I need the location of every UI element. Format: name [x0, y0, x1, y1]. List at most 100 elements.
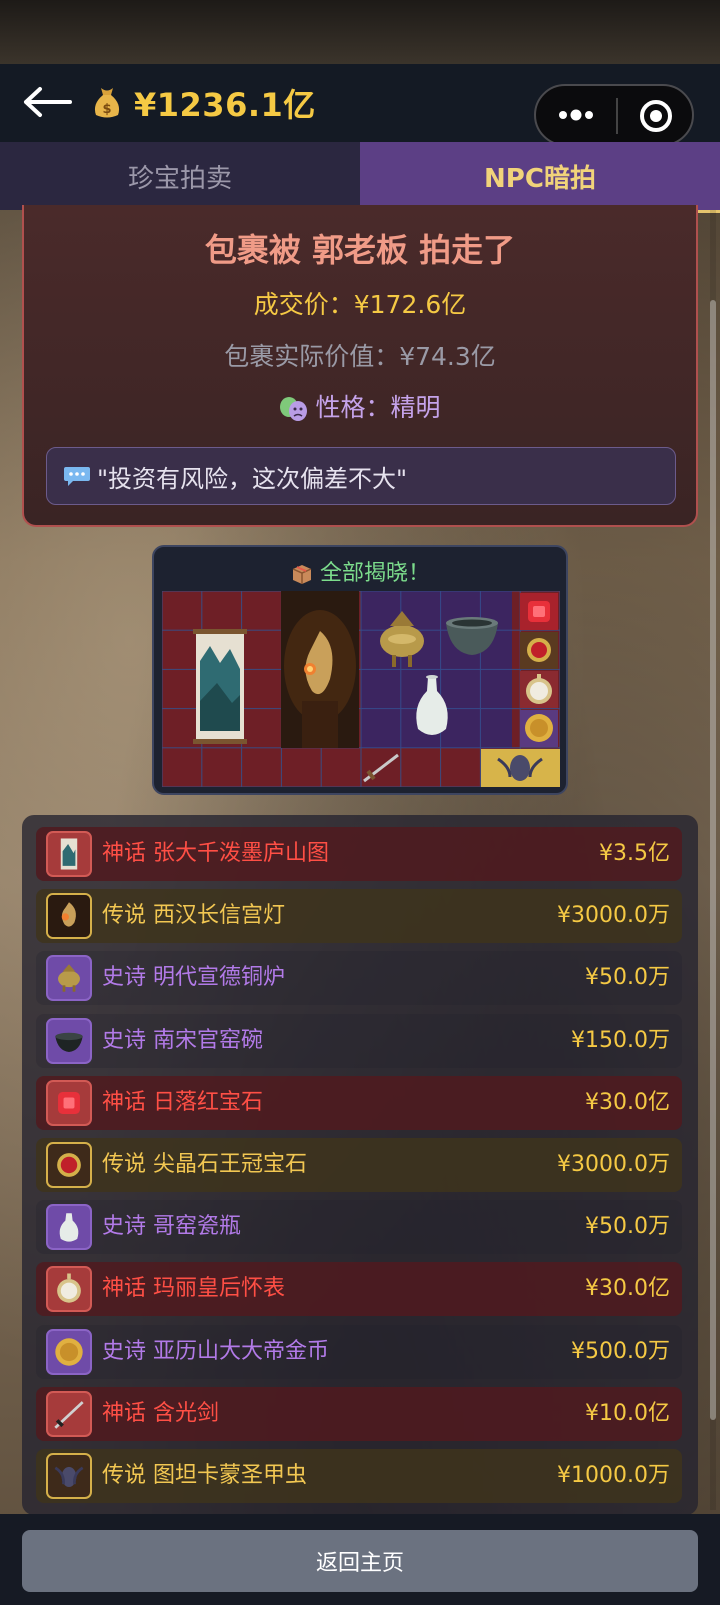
tab-npc-blind-auction[interactable]: NPC暗拍: [360, 142, 720, 213]
theater-masks-icon: [280, 397, 308, 421]
package-grid: [162, 591, 560, 787]
item-rarity: 传说: [102, 903, 147, 929]
scrollbar-thumb[interactable]: [710, 300, 716, 1420]
scarab-icon: [481, 749, 560, 787]
celadon-bowl-icon: [46, 1017, 92, 1064]
return-home-button[interactable]: 返回主页: [22, 1530, 698, 1592]
bronze-censer-icon: [46, 955, 92, 1002]
item-rarity: 传说: [102, 1152, 147, 1177]
more-dots-icon[interactable]: [556, 102, 596, 128]
item-rarity: 神话: [102, 1089, 147, 1115]
item-row[interactable]: 史诗 亚历山大大帝金币 ¥500.0万: [36, 1324, 682, 1379]
item-name: 史诗 亚历山大大帝金币: [102, 1325, 329, 1379]
bottom-bar: 返回主页: [0, 1514, 720, 1605]
item-rarity: 史诗: [102, 1214, 147, 1240]
bronze-lamp-icon: [281, 591, 359, 748]
header-bar: $ ¥1236.1亿: [0, 64, 720, 146]
item-title: 玛丽皇后怀表: [153, 1276, 286, 1302]
item-price: ¥150.0万: [571, 1027, 670, 1053]
item-list: 神话 张大千泼墨庐山图 ¥3.5亿传说 西汉长信宫灯 ¥3000.0万史诗 明代宣德…: [22, 815, 698, 1515]
item-row[interactable]: 传说 尖晶石王冠宝石 ¥3000.0万: [36, 1138, 682, 1192]
capsule-divider: [616, 98, 618, 134]
item-title: 西汉长信宫灯: [153, 903, 286, 929]
item-row[interactable]: 史诗 哥窑瓷瓶 ¥50.0万: [36, 1200, 682, 1255]
item-title: 日落红宝石: [153, 1089, 264, 1115]
item-price: ¥50.0万: [585, 1214, 670, 1240]
item-name: 神话 玛丽皇后怀表: [102, 1262, 285, 1316]
item-title: 南宋官窑碗: [153, 1027, 264, 1053]
item-price: ¥3.5亿: [599, 841, 670, 866]
item-name: 神话 日落红宝石: [102, 1076, 263, 1130]
tab-treasure-auction[interactable]: 珍宝拍卖: [0, 142, 360, 210]
target-circle-icon[interactable]: [638, 98, 674, 134]
item-rarity: 神话: [102, 841, 147, 866]
item-row[interactable]: 神话 玛丽皇后怀表 ¥30.0亿: [36, 1262, 682, 1317]
mini-program-capsule: [534, 84, 694, 146]
sword-icon: [46, 1390, 92, 1437]
item-title: 图坦卡蒙圣甲虫: [153, 1463, 308, 1488]
item-rarity: 神话: [102, 1276, 147, 1302]
item-price: ¥1000.0万: [557, 1463, 670, 1488]
item-price: ¥30.0亿: [585, 1276, 670, 1302]
item-row[interactable]: 传说 西汉长信宫灯 ¥3000.0万: [36, 889, 682, 944]
item-row[interactable]: 神话 含光剑 ¥10.0亿: [36, 1386, 682, 1441]
speech-bubble-icon: [64, 467, 90, 486]
auction-result-card: 包裹被 郭老板 拍走了 成交价：¥172.6亿 包裹实际价值：¥74.3亿 性格…: [22, 205, 698, 527]
svg-text:$: $: [102, 102, 111, 117]
npc-quote-bubble: "投资有风险，这次偏差不大": [46, 447, 676, 505]
gold-coin-icon: [520, 710, 558, 747]
gold-coin-icon: [46, 1328, 92, 1375]
item-name: 传说 尖晶石王冠宝石: [102, 1138, 307, 1192]
package-reveal-panel: 全部揭晓！: [152, 545, 568, 795]
item-rarity: 史诗: [102, 965, 147, 991]
actual-value: 包裹实际价值：¥74.3亿: [224, 342, 496, 371]
npc-personality: 性格：精明: [24, 388, 696, 424]
item-name: 神话 张大千泼墨庐山图: [102, 827, 329, 881]
item-rarity: 传说: [102, 1463, 147, 1488]
item-title: 张大千泼墨庐山图: [153, 841, 330, 866]
landscape-scroll-icon: [46, 831, 92, 877]
item-name: 传说 西汉长信宫灯: [102, 889, 285, 943]
item-name: 史诗 明代宣德铜炉: [102, 951, 285, 1005]
pocket-watch-icon: [46, 1266, 92, 1313]
item-title: 哥窑瓷瓶: [153, 1214, 242, 1240]
item-row[interactable]: 神话 日落红宝石 ¥30.0亿: [36, 1075, 682, 1130]
ruby-icon: [520, 593, 558, 630]
ruby-icon: [46, 1079, 92, 1126]
top-scene-strip: [0, 0, 720, 64]
money-balance: ¥1236.1亿: [134, 86, 316, 124]
item-title: 明代宣德铜炉: [153, 965, 286, 991]
item-price: ¥10.0亿: [585, 1400, 670, 1426]
personality-text: 性格：精明: [315, 393, 441, 422]
item-title: 亚历山大大帝金币: [153, 1338, 330, 1364]
spinel-gem-icon: [46, 1142, 92, 1188]
package-box-icon: [292, 565, 312, 584]
result-title: 包裹被 郭老板 拍走了: [204, 231, 516, 269]
deal-price: 成交价：¥172.6亿: [253, 290, 467, 319]
landscape-scroll-icon: [193, 629, 247, 744]
item-rarity: 神话: [102, 1400, 147, 1426]
item-name: 传说 图坦卡蒙圣甲虫: [102, 1449, 307, 1503]
tab-bar: 珍宝拍卖 NPC暗拍: [0, 142, 720, 213]
porcelain-vase-icon: [46, 1204, 92, 1251]
item-row[interactable]: 史诗 南宋官窑碗 ¥150.0万: [36, 1013, 682, 1068]
back-arrow-icon[interactable]: [22, 84, 74, 120]
money-bag-icon: $: [94, 88, 120, 118]
item-price: ¥30.0亿: [585, 1089, 670, 1115]
item-row[interactable]: 神话 张大千泼墨庐山图 ¥3.5亿: [36, 827, 682, 881]
pocket-watch-icon: [520, 671, 558, 708]
item-price: ¥50.0万: [585, 965, 670, 991]
item-price: ¥500.0万: [571, 1338, 670, 1364]
quote-text: "投资有风险，这次偏差不大": [97, 464, 408, 493]
bronze-lamp-icon: [46, 893, 92, 940]
item-rarity: 史诗: [102, 1338, 147, 1364]
item-rarity: 史诗: [102, 1027, 147, 1053]
item-name: 史诗 南宋官窑碗: [102, 1014, 263, 1068]
item-name: 史诗 哥窑瓷瓶: [102, 1200, 241, 1254]
item-row[interactable]: 史诗 明代宣德铜炉 ¥50.0万: [36, 951, 682, 1006]
item-price: ¥3000.0万: [557, 903, 670, 929]
reveal-title-text: 全部揭晓！: [319, 561, 430, 586]
item-row[interactable]: 传说 图坦卡蒙圣甲虫 ¥1000.0万: [36, 1449, 682, 1503]
spinel-gem-icon: [520, 632, 558, 669]
reveal-title: 全部揭晓！: [154, 555, 566, 587]
